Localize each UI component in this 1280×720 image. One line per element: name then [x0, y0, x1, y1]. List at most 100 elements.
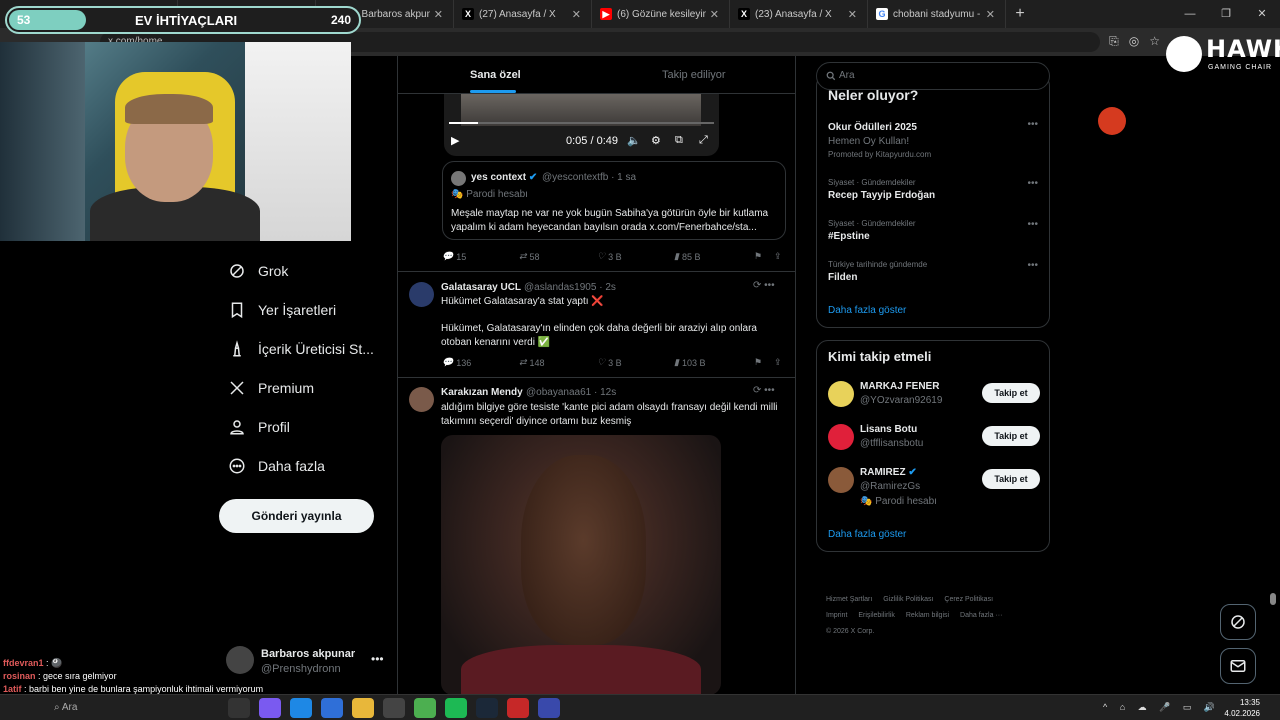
browser-tab[interactable]: Gchobani stadyumu - Goo ✕ — [868, 0, 1006, 28]
footer-link[interactable]: Hizmet Şartları — [826, 596, 872, 603]
more-horizontal-icon[interactable]: ⟳ ••• — [753, 280, 775, 291]
close-tab-icon[interactable]: ✕ — [848, 8, 857, 21]
more-horizontal-icon[interactable]: ••• — [1027, 219, 1038, 230]
nav-label: Grok — [258, 263, 289, 279]
bookmark-button[interactable]: ⚑ — [754, 357, 762, 368]
explorer-icon[interactable] — [352, 698, 374, 718]
new-tab-button[interactable]: + — [1006, 5, 1034, 23]
chat-text: gece sıra gelmiyor — [43, 671, 117, 681]
tweet-handle: @obayanaa61 · 12s — [526, 387, 617, 398]
bookmark-button[interactable]: ⚑ — [754, 251, 762, 262]
browser-tab[interactable]: X (23) Anasayfa / X ✕ — [730, 0, 868, 28]
tweet-image[interactable] — [441, 435, 721, 694]
trend-item[interactable]: Türkiye tarihinde gündemde Filden ••• — [828, 260, 1038, 283]
tweet-author[interactable]: Galatasaray UCL — [441, 282, 521, 293]
tab-for-you[interactable]: Sana özel — [470, 69, 521, 81]
tweet-author[interactable]: Karakızan Mendy — [441, 387, 523, 398]
tab-following[interactable]: Takip ediliyor — [662, 69, 726, 81]
volume-icon[interactable]: 🔈 — [627, 134, 641, 147]
search-input[interactable]: Ara — [816, 62, 1050, 90]
show-more-link[interactable]: Daha fazla göster — [828, 305, 906, 316]
browser-tab[interactable]: X (27) Anasayfa / X ✕ — [454, 0, 592, 28]
steam-icon[interactable] — [476, 698, 498, 718]
store-icon[interactable] — [321, 698, 343, 718]
discord-icon[interactable] — [538, 698, 560, 718]
post-button[interactable]: Gönderi yayınla — [219, 499, 374, 533]
follow-button[interactable]: Takip et — [982, 426, 1040, 446]
follow-button[interactable]: Takip et — [982, 383, 1040, 403]
nav-creator-studio[interactable]: İçerik Üreticisi St... — [228, 340, 374, 358]
restore-icon[interactable]: ❐ — [1208, 0, 1244, 28]
spotify-icon[interactable] — [445, 698, 467, 718]
footer-link[interactable]: Gizlilik Politikası — [883, 596, 933, 603]
more-horizontal-icon[interactable]: ••• — [1027, 260, 1038, 271]
more-horizontal-icon[interactable]: ••• — [371, 652, 384, 666]
like-button[interactable]: ♡ 3 B — [597, 357, 622, 368]
app-icon[interactable] — [507, 698, 529, 718]
tab-title: chobani stadyumu - Goo — [893, 8, 982, 20]
close-window-icon[interactable]: ✕ — [1244, 0, 1280, 28]
share-button[interactable]: ⇪ — [774, 251, 782, 262]
avatar — [409, 282, 434, 307]
trend-item[interactable]: Siyaset · Gündemdekiler #Epstine ••• — [828, 219, 1038, 242]
close-tab-icon[interactable]: ✕ — [434, 8, 443, 21]
minimize-icon[interactable]: — — [1172, 0, 1208, 28]
taskbar-search[interactable]: ⌕ Ara — [54, 698, 174, 718]
video-progress[interactable] — [449, 122, 714, 124]
copilot-icon[interactable] — [259, 698, 281, 718]
trend-item[interactable]: Siyaset · Gündemdekiler Recep Tayyip Erd… — [828, 178, 1038, 201]
browser-tab[interactable]: ▶ (6) Gözüne kesileyim - Yo ✕ — [592, 0, 730, 28]
close-tab-icon[interactable]: ✕ — [986, 8, 995, 21]
close-tab-icon[interactable]: ✕ — [710, 8, 719, 21]
repost-button[interactable]: ⇄ 148 — [519, 357, 545, 368]
repost-button[interactable]: ⇄ 58 — [519, 251, 540, 262]
footer-link[interactable]: Imprint — [826, 612, 847, 619]
install-app-icon[interactable]: ⎘ — [1109, 34, 1119, 49]
fullscreen-icon[interactable]: ⤢ — [699, 134, 708, 147]
task-view-icon[interactable] — [228, 698, 250, 718]
bookmark-star-icon[interactable]: ☆ — [1149, 34, 1160, 49]
more-icon — [229, 458, 245, 474]
like-button[interactable]: ♡ 3 B — [597, 251, 622, 262]
scrollbar-thumb[interactable] — [1270, 593, 1276, 605]
reply-button[interactable]: 💬 15 — [442, 251, 466, 262]
who-to-follow-title: Kimi takip etmeli — [828, 349, 932, 364]
suggestion-item[interactable]: Lisans Botu @tfflisansbotu Takip et — [828, 422, 1040, 452]
trend-item[interactable]: Okur Ödülleri 2025 Hemen Oy Kullan! Prom… — [828, 119, 1038, 159]
more-horizontal-icon[interactable]: ••• — [1027, 178, 1038, 189]
nav-grok[interactable]: Grok — [228, 262, 288, 280]
footer-link[interactable]: Çerez Politikası — [944, 596, 993, 603]
reply-button[interactable]: 💬 136 — [442, 357, 471, 368]
nav-bookmarks[interactable]: Yer İşaretleri — [228, 301, 336, 319]
footer-link[interactable]: Reklam bilgisi — [906, 612, 949, 619]
messages-fab[interactable] — [1220, 648, 1256, 684]
edge-icon[interactable] — [290, 698, 312, 718]
footer-link[interactable]: Erişilebilirlik — [858, 612, 895, 619]
show-more-link[interactable]: Daha fazla göster — [828, 529, 906, 540]
close-tab-icon[interactable]: ✕ — [572, 8, 581, 21]
clock[interactable]: 13:35 4.02.2026 — [1224, 697, 1260, 719]
more-horizontal-icon[interactable]: ⟳ ••• — [753, 385, 775, 396]
chrome-icon[interactable] — [414, 698, 436, 718]
suggestion-item[interactable]: RAMIREZ ✔ @RamirezGs 🎭 Parodi hesabı Tak… — [828, 465, 1040, 507]
video-player[interactable]: ▶ 0:05 / 0:49 🔈 ⚙ ⧉ ⤢ — [444, 94, 719, 156]
footer-link[interactable]: Daha fazla ··· — [960, 612, 1002, 619]
nav-more[interactable]: Daha fazla — [228, 457, 325, 475]
follow-button[interactable]: Takip et — [982, 469, 1040, 489]
suggestion-item[interactable]: MARKAJ FENER @YOzvaran92619 Takip et — [828, 379, 1040, 409]
views-button[interactable]: ▮ 85 B — [674, 251, 700, 262]
settings-icon[interactable]: ⚙ — [651, 134, 661, 147]
grok-fab[interactable] — [1220, 604, 1256, 640]
tracking-blocked-icon[interactable]: ◎ — [1129, 34, 1139, 49]
more-horizontal-icon[interactable]: ••• — [1027, 119, 1038, 130]
share-button[interactable]: ⇪ — [774, 357, 782, 368]
nav-profile[interactable]: Profil — [228, 418, 290, 436]
nav-premium[interactable]: Premium — [228, 379, 314, 397]
creator-studio-icon — [233, 340, 241, 357]
xbox-icon[interactable] — [383, 698, 405, 718]
views-button[interactable]: ▮ 103 B — [674, 357, 705, 368]
timeline: Sana özel Takip ediliyor ▶ 0:05 / 0:49 🔈… — [397, 56, 796, 694]
play-icon[interactable]: ▶ — [451, 134, 459, 147]
quoted-tweet[interactable]: yes context ✔ @yescontextfb · 1 sa 🎭 Par… — [442, 161, 786, 240]
pip-icon[interactable]: ⧉ — [675, 134, 683, 147]
